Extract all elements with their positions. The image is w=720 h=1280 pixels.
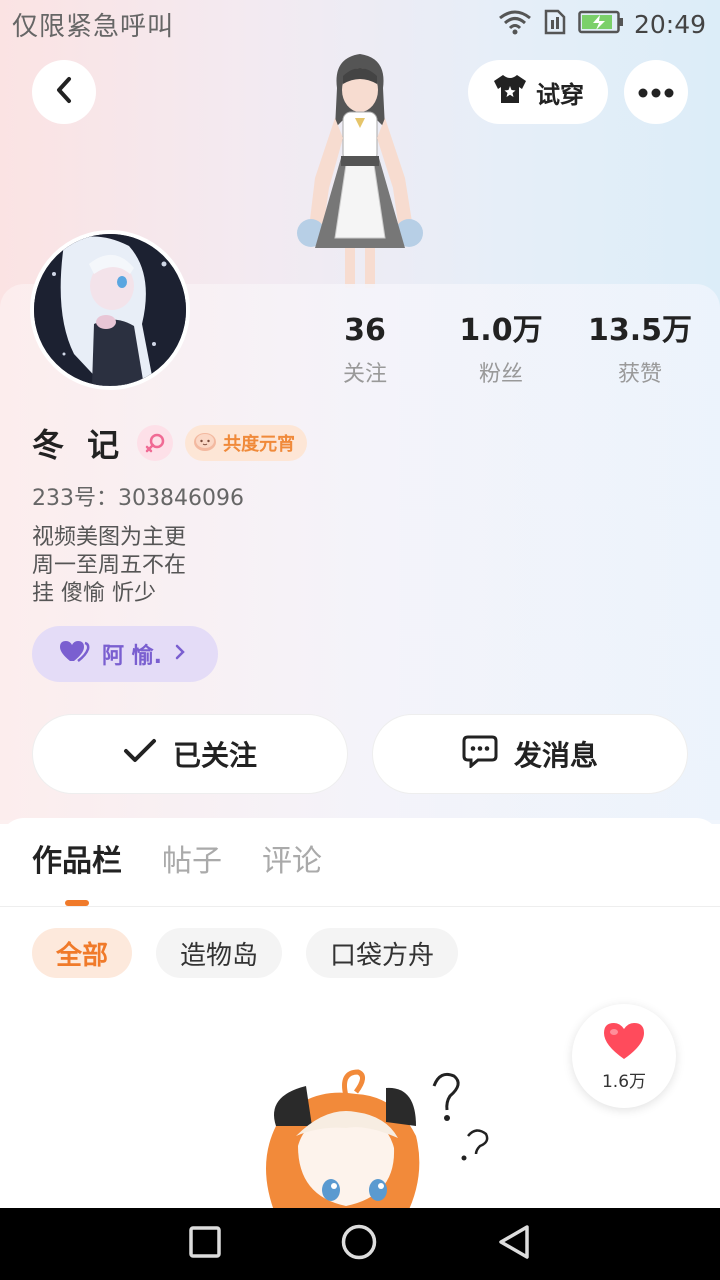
content-tabs: 作品栏 帖子 评论: [32, 842, 322, 882]
avatar[interactable]: [30, 230, 190, 390]
wifi-icon: [498, 9, 532, 39]
home-icon[interactable]: [341, 1224, 377, 1264]
followed-label: 已关注: [172, 739, 257, 772]
bio: 视频美图为主更 周一至周五不在 挂 傻愉 忻少: [32, 524, 186, 608]
user-name: 冬 记: [32, 426, 126, 464]
heart-pair-icon: [58, 639, 90, 669]
followed-button[interactable]: 已关注: [32, 714, 348, 794]
name-row: 冬 记 共度元宵: [32, 420, 308, 466]
filter-all[interactable]: 全部: [32, 928, 133, 978]
bio-line: 周一至周五不在: [32, 553, 187, 578]
uid-line: 233号：303846096: [32, 486, 244, 511]
more-button[interactable]: [624, 60, 688, 124]
status-icons: 20:49: [498, 9, 706, 39]
chat-bubble-icon: [462, 734, 498, 775]
bio-line: 挂 傻愉 忻少: [32, 581, 156, 606]
check-icon: [123, 738, 157, 771]
stat-followers[interactable]: 1.0万 粉丝: [431, 312, 571, 388]
chevron-right-icon: [174, 642, 186, 667]
system-nav-bar: [0, 1208, 720, 1280]
back-nav-icon[interactable]: [497, 1224, 531, 1264]
tab-works[interactable]: 作品栏: [32, 842, 122, 882]
tangyuan-icon: [193, 430, 217, 457]
battery-charging-icon: [578, 10, 624, 38]
more-dots-icon: [638, 83, 674, 102]
recent-apps-icon[interactable]: [189, 1226, 221, 1262]
stat-label: 获赞: [617, 362, 662, 387]
partner-name: 阿 愉.: [102, 644, 163, 669]
female-icon: [137, 425, 174, 461]
stat-following[interactable]: 36 关注: [295, 312, 435, 388]
message-button[interactable]: 发消息: [372, 714, 688, 794]
title-badge[interactable]: 共度元宵: [185, 425, 308, 461]
divider: [0, 906, 720, 907]
filter-pocket-ark[interactable]: 口袋方舟: [306, 928, 459, 978]
status-time: 20:49: [633, 9, 706, 39]
stat-label: 粉丝: [478, 362, 523, 387]
stat-value: 13.5万: [587, 313, 693, 348]
tab-comments[interactable]: 评论: [262, 842, 322, 882]
title-badge-label: 共度元宵: [223, 434, 296, 455]
filter-chips: 全部 造物岛 口袋方舟: [32, 928, 459, 978]
carrier-text: 仅限紧急呼叫: [12, 11, 175, 42]
partner-button[interactable]: 阿 愉.: [32, 626, 218, 682]
chevron-left-icon: [52, 76, 76, 108]
back-button[interactable]: [32, 60, 96, 124]
tryon-button[interactable]: 试穿: [468, 60, 608, 124]
empty-state-mascot: [236, 1066, 516, 1216]
stat-value: 1.0万: [459, 313, 543, 348]
tryon-label: 试穿: [536, 80, 584, 109]
status-bar: 仅限紧急呼叫 20:49: [0, 0, 720, 48]
stat-label: 关注: [342, 362, 387, 387]
tab-posts[interactable]: 帖子: [162, 842, 222, 882]
stat-likes: 13.5万 获赞: [570, 312, 710, 388]
sim-icon: [542, 9, 568, 39]
like-button[interactable]: 1.6万: [572, 1004, 676, 1108]
bio-line: 视频美图为主更: [32, 525, 187, 550]
message-label: 发消息: [513, 739, 598, 772]
stat-value: 36: [344, 313, 386, 348]
tshirt-icon: [492, 73, 528, 111]
filter-creation-island[interactable]: 造物岛: [156, 928, 283, 978]
dressup-character[interactable]: [285, 48, 435, 288]
like-count: 1.6万: [601, 1071, 647, 1092]
heart-icon: [601, 1021, 647, 1065]
